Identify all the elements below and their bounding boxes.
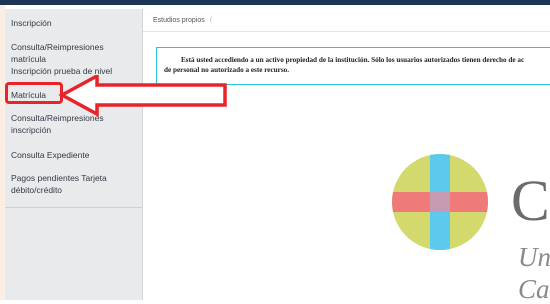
header-divider <box>143 31 550 32</box>
matricula-highlight-box <box>5 82 63 104</box>
sidebar-item-consulta-reimpresiones-matricula[interactable]: Consulta/Reimpresiones matrícula <box>11 41 137 65</box>
sidebar-item-pagos-pendientes[interactable]: Pagos pendientes Tarjeta débito/crédito <box>11 172 137 196</box>
breadcrumb: Estudios propios / <box>153 17 212 24</box>
breadcrumb-separator: / <box>209 17 212 24</box>
logo-text-line-2: Un <box>518 242 550 272</box>
top-bar <box>0 0 550 5</box>
left-arrow-icon <box>58 75 227 117</box>
logo-center <box>430 192 450 212</box>
sidebar-divider <box>5 207 142 208</box>
main-content: Estudios propios / Está usted accediendo … <box>143 9 550 300</box>
breadcrumb-item[interactable]: Estudios propios <box>153 17 205 24</box>
university-logo-icon <box>392 154 488 250</box>
sidebar-item-consulta-expediente[interactable]: Consulta Expediente <box>11 149 137 161</box>
sidebar-item-inscripcion[interactable]: Inscripción <box>11 17 137 29</box>
sidebar: Inscripción Consulta/Reimpresiones matrí… <box>5 9 143 300</box>
logo-text-line-1: C <box>511 168 550 233</box>
logo-text-line-3: Ca <box>518 274 550 304</box>
notice-line-1: Está usted accediendo a un activo propie… <box>181 56 525 64</box>
